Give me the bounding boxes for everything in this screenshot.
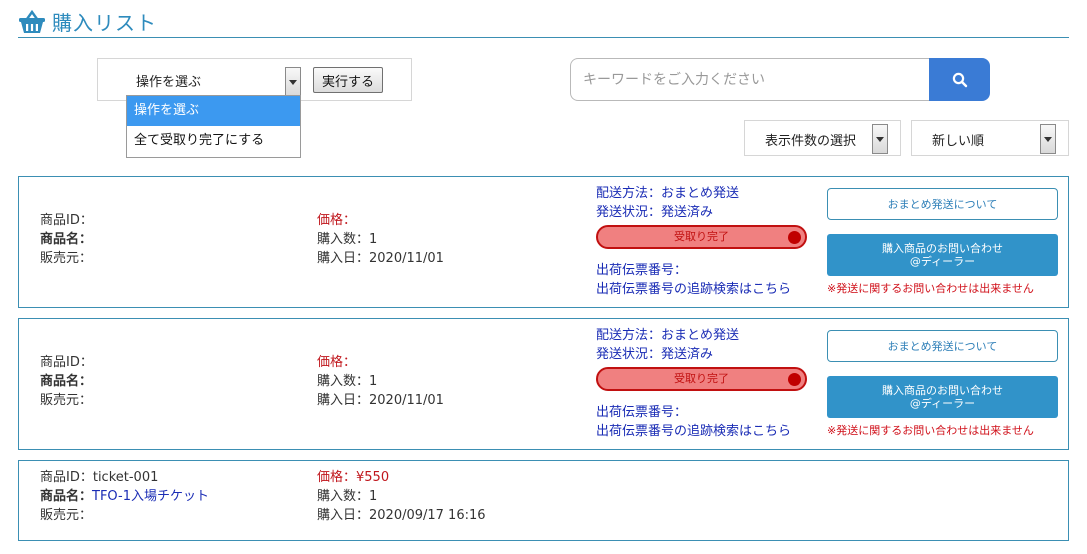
product-name: 商品名： [40, 374, 93, 389]
bulk-shipping-info-button[interactable]: おまとめ発送について [827, 188, 1058, 220]
sort-order-label: 新しい順 [932, 134, 985, 149]
order-pricing: 価格： 購入数：1 購入日：2020/11/01 [317, 211, 444, 268]
quantity: 購入数：1 [317, 232, 378, 247]
chevron-down-icon [1044, 136, 1052, 142]
tracking-number-label: 出荷伝票番号： [596, 405, 688, 420]
basket-icon [19, 9, 45, 33]
tracking-search-link[interactable]: 出荷伝票番号の追跡検索はこちら [596, 280, 791, 299]
tracking-info: 出荷伝票番号： 出荷伝票番号の追跡検索はこちら [596, 403, 791, 441]
seller: 販売元： [40, 508, 93, 523]
order-card: 商品ID：ticket-001 商品名：TFO-1入場チケット 販売元： 価格：… [18, 460, 1069, 541]
price: 価格： [317, 355, 357, 370]
bulk-action-option-mark-all-received[interactable]: 全て受取り完了にする [127, 126, 300, 156]
quantity: 購入数：1 [317, 489, 378, 504]
display-count-label: 表示件数の選択 [765, 134, 857, 149]
product-name: 商品名： [40, 232, 93, 247]
product-name-label: 商品名： [40, 489, 93, 504]
product-name-link[interactable]: TFO-1入場チケット [92, 489, 209, 504]
page-header: 購入リスト [18, 6, 1069, 38]
inquiry-button-line1: 購入商品のお問い合わせ [882, 242, 1003, 255]
inquiry-button-line2: @ディーラー [909, 397, 976, 410]
search-input[interactable] [570, 58, 932, 101]
display-count-select[interactable]: 表示件数の選択 [744, 120, 901, 156]
sort-order-select[interactable]: 新しい順 [911, 120, 1069, 156]
dealer-inquiry-button[interactable]: 購入商品のお問い合わせ @ディーラー [827, 376, 1058, 418]
order-info: 商品ID： 商品名： 販売元： [40, 353, 93, 410]
execute-button[interactable]: 実行する [313, 67, 383, 93]
display-count-dropdown-button[interactable] [872, 124, 888, 154]
order-info: 商品ID： 商品名： 販売元： [40, 211, 93, 268]
shipping-info: 配送方法：おまとめ発送 発送状況：発送済み [596, 184, 739, 222]
delivery-status: 発送状況：発送済み [596, 205, 714, 220]
toggle-knob-icon [788, 373, 801, 386]
received-status-toggle[interactable]: 受取り完了 [596, 225, 807, 249]
tracking-search-link[interactable]: 出荷伝票番号の追跡検索はこちら [596, 422, 791, 441]
purchase-date: 購入日：2020/11/01 [317, 251, 444, 266]
search-bar [570, 58, 990, 101]
seller: 販売元： [40, 393, 93, 408]
search-icon [952, 72, 967, 87]
toggle-knob-icon [788, 231, 801, 244]
price: 価格：¥550 [317, 470, 390, 485]
product-id: 商品ID： [40, 213, 93, 228]
received-status-toggle[interactable]: 受取り完了 [596, 367, 807, 391]
search-button[interactable] [929, 58, 990, 101]
delivery-method: 配送方法：おまとめ発送 [596, 186, 740, 201]
shipping-inquiry-note: ※発送に関するお問い合わせは出来ません [827, 282, 1034, 295]
order-info: 商品ID：ticket-001 商品名：TFO-1入場チケット 販売元： [40, 468, 209, 525]
bulk-action-dropdown-button[interactable] [285, 67, 301, 97]
price: 価格： [317, 213, 357, 228]
product-name-row: 商品名：TFO-1入場チケット [40, 487, 209, 506]
purchase-date: 購入日：2020/09/17 16:16 [317, 508, 486, 523]
quantity: 購入数：1 [317, 374, 378, 389]
page-title: 購入リスト [52, 11, 157, 35]
dealer-inquiry-button[interactable]: 購入商品のお問い合わせ @ディーラー [827, 234, 1058, 276]
delivery-method: 配送方法：おまとめ発送 [596, 328, 740, 343]
bulk-action-option-select[interactable]: 操作を選ぶ [127, 96, 300, 126]
received-status-label: 受取り完了 [674, 372, 729, 385]
delivery-status: 発送状況：発送済み [596, 347, 714, 362]
bulk-action-selected: 操作を選ぶ [136, 75, 202, 90]
seller: 販売元： [40, 251, 93, 266]
product-id: 商品ID： [40, 355, 93, 370]
product-id: 商品ID：ticket-001 [40, 470, 159, 485]
order-card: 商品ID： 商品名： 販売元： 価格： 購入数：1 購入日：2020/11/01… [18, 176, 1069, 308]
bulk-shipping-info-button[interactable]: おまとめ発送について [827, 330, 1058, 362]
tracking-info: 出荷伝票番号： 出荷伝票番号の追跡検索はこちら [596, 261, 791, 299]
received-status-label: 受取り完了 [674, 230, 729, 243]
inquiry-button-line2: @ディーラー [909, 255, 976, 268]
order-pricing: 価格：¥550 購入数：1 購入日：2020/09/17 16:16 [317, 468, 486, 525]
chevron-down-icon [876, 136, 884, 142]
shipping-info: 配送方法：おまとめ発送 発送状況：発送済み [596, 326, 739, 364]
order-pricing: 価格： 購入数：1 購入日：2020/11/01 [317, 353, 444, 410]
bulk-action-options: 操作を選ぶ 全て受取り完了にする [126, 95, 301, 158]
shipping-inquiry-note: ※発送に関するお問い合わせは出来ません [827, 424, 1034, 437]
tracking-number-label: 出荷伝票番号： [596, 263, 688, 278]
bulk-action-select[interactable]: 操作を選ぶ [126, 67, 301, 97]
order-card: 商品ID： 商品名： 販売元： 価格： 購入数：1 購入日：2020/11/01… [18, 318, 1069, 450]
chevron-down-icon [289, 79, 297, 85]
sort-order-dropdown-button[interactable] [1040, 124, 1056, 154]
inquiry-button-line1: 購入商品のお問い合わせ [882, 384, 1003, 397]
purchase-date: 購入日：2020/11/01 [317, 393, 444, 408]
